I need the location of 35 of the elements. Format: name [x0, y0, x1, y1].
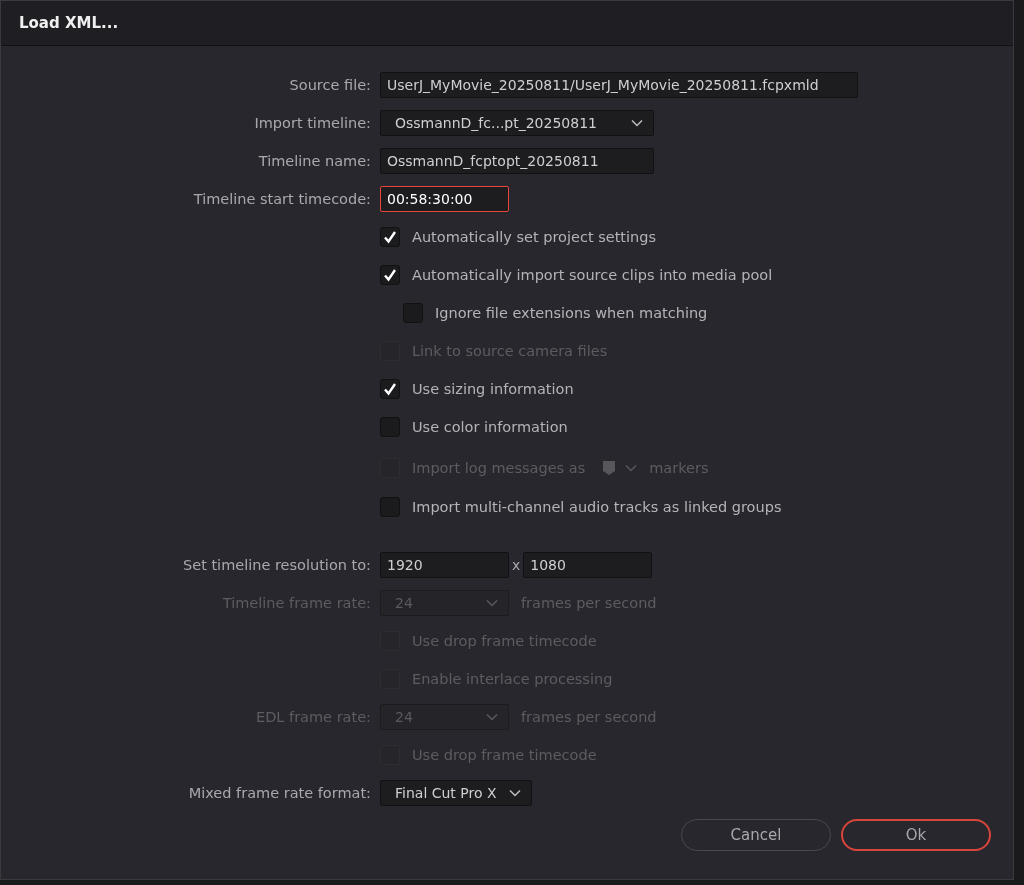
- checkbox-label: Import multi-channel audio tracks as linked groups: [412, 499, 782, 515]
- checkbox-label: Use sizing information: [412, 381, 574, 397]
- checkbox[interactable]: [380, 417, 400, 437]
- chevron-down-icon: [486, 599, 498, 607]
- ok-button[interactable]: Ok: [841, 819, 991, 851]
- checkbox-label: Ignore file extensions when matching: [435, 305, 708, 321]
- checkbox-label: Automatically import source clips into media pool: [412, 267, 773, 283]
- checkbox-label: Automatically set project settings: [412, 229, 657, 245]
- checkbox[interactable]: [380, 379, 400, 399]
- checkbox[interactable]: [380, 227, 400, 247]
- text-field[interactable]: UserJ_MyMovie_20250811/UserJ_MyMovie_20250811.fcpxmld: [380, 72, 858, 98]
- text-field[interactable]: 1080: [523, 552, 653, 578]
- field-label: Timeline name:: [258, 153, 371, 169]
- text-field[interactable]: OssmannD_fcptopt_20250811: [380, 148, 654, 174]
- marker-icon[interactable]: [601, 460, 618, 476]
- checkbox-label: Use color information: [412, 419, 568, 435]
- text-field[interactable]: 1920: [380, 552, 509, 578]
- dropdown[interactable]: Final Cut Pro X: [380, 780, 532, 806]
- field-label: Set timeline resolution to:: [183, 557, 371, 573]
- checkbox[interactable]: [403, 303, 423, 323]
- field-label: Timeline start timecode:: [193, 191, 371, 207]
- times-sign: x: [512, 557, 521, 573]
- checkbox[interactable]: [380, 265, 400, 285]
- window-title: Load XML...: [19, 14, 119, 32]
- text-field[interactable]: 00:58:30:00: [380, 186, 509, 212]
- chevron-down-icon: [625, 464, 638, 472]
- field-label: Source file:: [289, 77, 371, 93]
- field-label: Import timeline:: [254, 115, 371, 131]
- chevron-down-icon: [631, 119, 643, 127]
- cancel-button[interactable]: Cancel: [681, 819, 831, 851]
- field-label: Mixed frame rate format:: [188, 785, 371, 801]
- chevron-down-icon: [508, 789, 521, 797]
- dropdown[interactable]: OssmannD_fc...pt_20250811: [380, 110, 654, 136]
- chevron-down-icon: [486, 713, 498, 721]
- checkbox[interactable]: [380, 497, 400, 517]
